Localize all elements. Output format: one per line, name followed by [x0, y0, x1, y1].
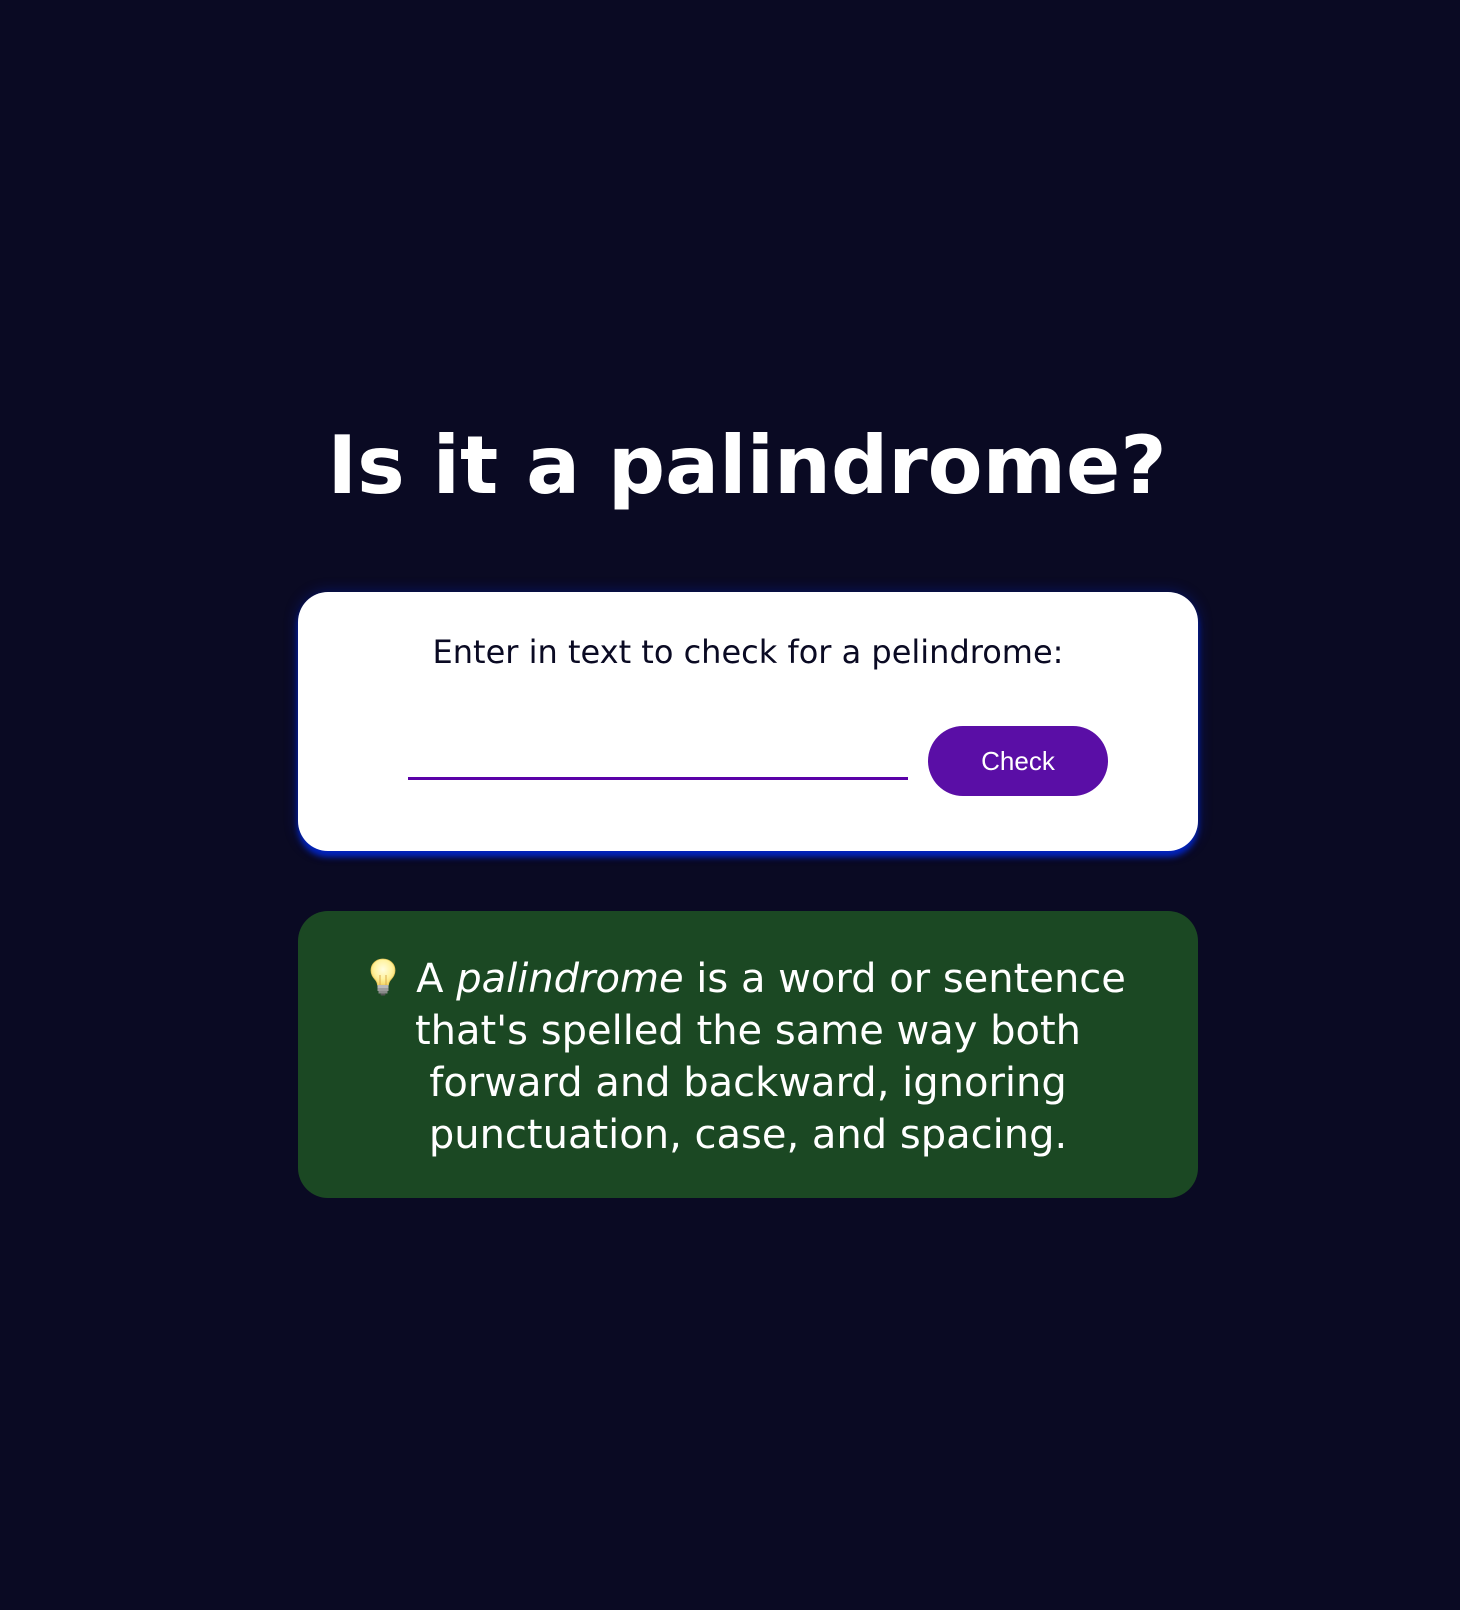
definition-prefix: A [416, 956, 444, 1002]
text-input[interactable] [408, 732, 908, 780]
input-label: Enter in text to check for a pelindrome: [432, 633, 1064, 671]
lightbulb-icon [370, 958, 396, 996]
page-title: Is it a palindrome? [327, 419, 1167, 512]
info-card: A palindrome is a word or sentence that'… [298, 911, 1198, 1198]
page-container: Is it a palindrome? Enter in text to che… [0, 0, 1460, 1610]
input-card: Enter in text to check for a pelindrome:… [298, 592, 1198, 851]
definition-term: palindrome [456, 956, 684, 1002]
check-button[interactable]: Check [928, 726, 1108, 796]
